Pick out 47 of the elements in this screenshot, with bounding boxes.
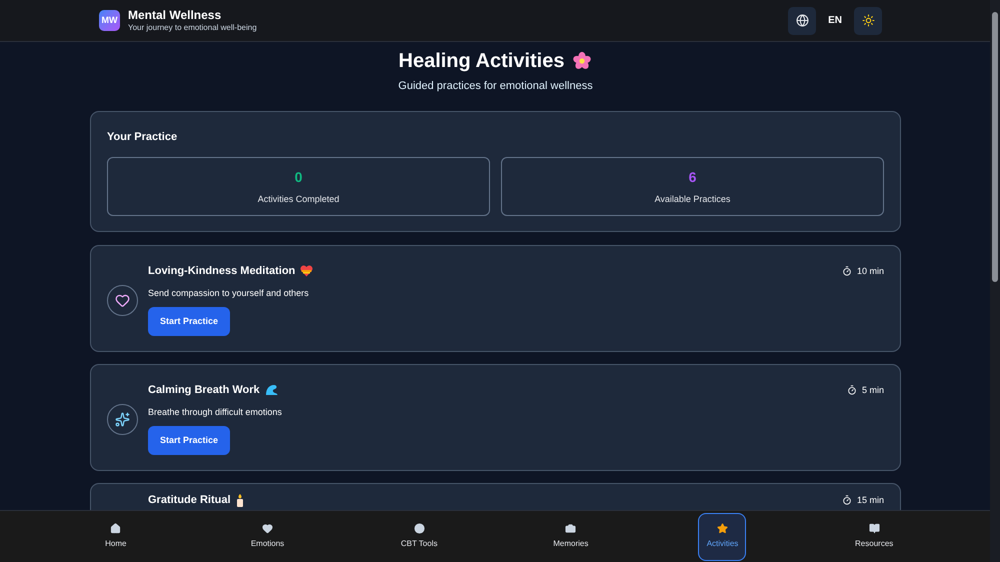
globe-icon — [796, 14, 809, 27]
timer-icon — [846, 385, 857, 395]
page-title: Healing Activities — [398, 49, 564, 74]
activity-duration: 5 min — [862, 384, 884, 396]
activity-description: Breathe through difficult emotions — [148, 406, 283, 418]
app-subtitle: Your journey to emotional well-being — [128, 23, 257, 33]
page-subtitle: Guided practices for emotional wellness — [397, 79, 594, 93]
language-button[interactable] — [788, 6, 816, 34]
star-icon — [716, 523, 728, 534]
heart-icon — [300, 265, 314, 277]
theme-toggle-button[interactable] — [854, 6, 882, 34]
practice-title: Your Practice — [107, 130, 178, 144]
heart-icon — [115, 292, 130, 308]
stat-value: 6 — [688, 168, 696, 187]
scrollbar[interactable] — [990, 0, 1000, 562]
candle-icon — [236, 494, 244, 506]
activity-title: Calming Breath Work — [148, 383, 260, 397]
disc-icon — [414, 523, 425, 534]
nav-tab[interactable]: Resources — [851, 512, 898, 560]
book-icon — [868, 523, 880, 534]
activity-duration: 10 min — [856, 265, 884, 277]
sparkles-icon — [115, 412, 130, 426]
heart-icon — [262, 523, 273, 534]
language-label: EN — [828, 14, 842, 28]
activity-description: Send compassion to yourself and others — [148, 287, 310, 299]
flower-icon — [572, 51, 592, 71]
nav-tab[interactable]: Activities — [698, 512, 746, 560]
sun-icon — [862, 14, 874, 27]
app-logo: MW — [99, 10, 120, 31]
nav-tab[interactable]: Memories — [549, 512, 592, 560]
stat-label: Available Practices — [654, 192, 730, 206]
activity-title: Gratitude Ritual — [148, 493, 231, 507]
nav-tab[interactable]: CBT Tools — [396, 512, 442, 560]
nav-tab[interactable]: Home — [101, 512, 130, 560]
stat-value: 0 — [294, 168, 302, 187]
stat-label: Activities Completed — [258, 192, 340, 206]
activity-title: Loving-Kindness Meditation — [148, 264, 296, 278]
start-practice-button[interactable]: Start Practice — [148, 307, 230, 336]
camera-icon — [565, 523, 576, 534]
app-title: Mental Wellness — [128, 8, 222, 23]
activity-duration: 15 min — [856, 494, 884, 506]
nav-tab[interactable]: Emotions — [246, 512, 288, 560]
wave-icon — [264, 384, 278, 396]
start-practice-button[interactable]: Start Practice — [148, 426, 230, 455]
timer-icon — [842, 266, 852, 276]
home-icon — [110, 523, 122, 534]
timer-icon — [842, 495, 852, 505]
